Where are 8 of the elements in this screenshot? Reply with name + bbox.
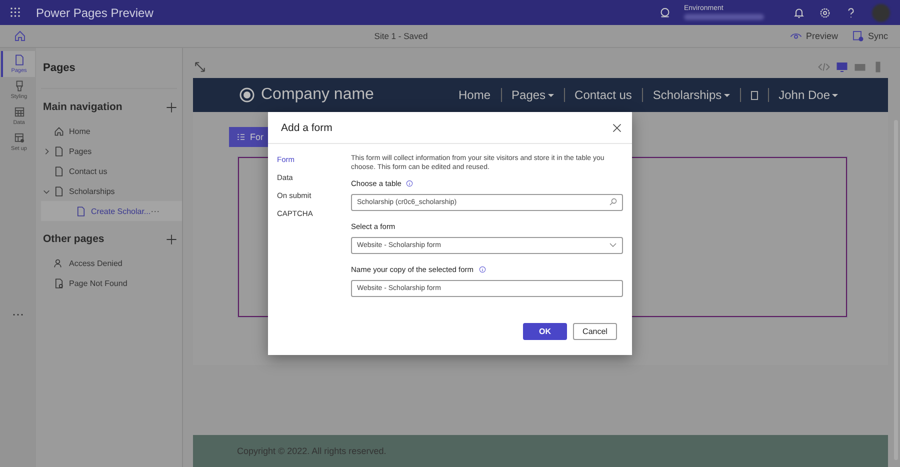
dialog-title: Add a form: [281, 122, 332, 134]
save-status: Site 1 - Saved: [373, 31, 429, 41]
section-title: Main navigation: [43, 101, 122, 113]
brand-name: Company name: [261, 86, 375, 104]
app-title: Power Pages Preview: [36, 6, 154, 20]
section-title: Other pages: [43, 233, 104, 245]
page-label: Create Scholar...: [91, 206, 151, 216]
panel-title: Pages: [41, 48, 177, 89]
